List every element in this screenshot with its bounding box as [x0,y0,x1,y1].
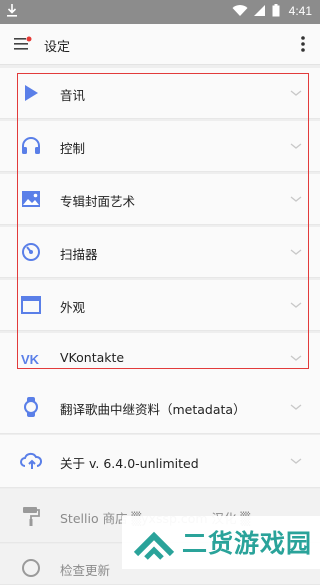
settings-item-vkontakte[interactable]: VK VKontakte [0,333,320,384]
scanner-icon [22,243,40,261]
image-icon [22,191,40,207]
battery-icon [272,4,280,17]
chevron-down-icon [290,302,302,308]
more-options-icon[interactable] [300,35,306,53]
wifi-icon [232,4,248,16]
status-bar: 4:41 [0,0,320,24]
window-icon [21,296,41,314]
settings-item-label: 翻译歌曲中继资料（metadata） [60,402,246,417]
settings-item-album-art[interactable]: 专辑封面艺术 [0,174,320,225]
chevron-down-icon [290,196,302,202]
settings-item-scanner[interactable]: 扫描器 [0,227,320,278]
watermark: 二货游戏园 [122,516,320,569]
settings-item-label: VKontakte [60,350,125,365]
download-icon [7,4,17,17]
chevron-down-icon [290,249,302,255]
settings-item-controls[interactable]: 控制 [0,121,320,172]
menu-icon[interactable] [14,36,32,52]
settings-item-label: 检查更新 [60,563,111,578]
watch-icon [24,397,38,417]
svg-text:VK: VK [21,352,40,367]
page-title: 设定 [44,40,71,55]
settings-item-metadata-translation[interactable]: 翻译歌曲中继资料（metadata） [0,381,320,434]
chevron-down-icon [290,90,302,96]
settings-item-label: 扫描器 [60,247,98,262]
settings-item-about[interactable]: 关于 v. 6.4.0-unlimited [0,435,320,488]
update-icon [22,559,40,577]
settings-item-label: 控制 [60,141,86,156]
cloud-sync-icon [20,452,42,469]
chevron-down-icon [290,458,302,464]
settings-item-audio[interactable]: 音讯 [0,68,320,119]
headphones-icon [22,137,40,154]
play-icon [25,85,38,101]
paint-roller-icon [23,507,40,526]
watermark-text: 二货游戏园 [182,529,313,558]
settings-item-label: 关于 v. 6.4.0-unlimited [60,456,199,471]
chevron-down-icon [290,355,302,361]
settings-item-label: 外观 [60,300,86,315]
signal-icon [254,4,265,16]
watermark-logo-icon [133,531,175,560]
app-bar: 设定 [0,24,320,65]
chevron-down-icon [290,404,302,410]
settings-item-appearance[interactable]: 外观 [0,280,320,331]
chevron-down-icon [290,143,302,149]
settings-item-label: 音讯 [60,88,86,103]
vk-icon: VK [21,352,40,367]
settings-item-label: 专辑封面艺术 [60,194,136,209]
status-time: 4:41 [288,4,312,18]
